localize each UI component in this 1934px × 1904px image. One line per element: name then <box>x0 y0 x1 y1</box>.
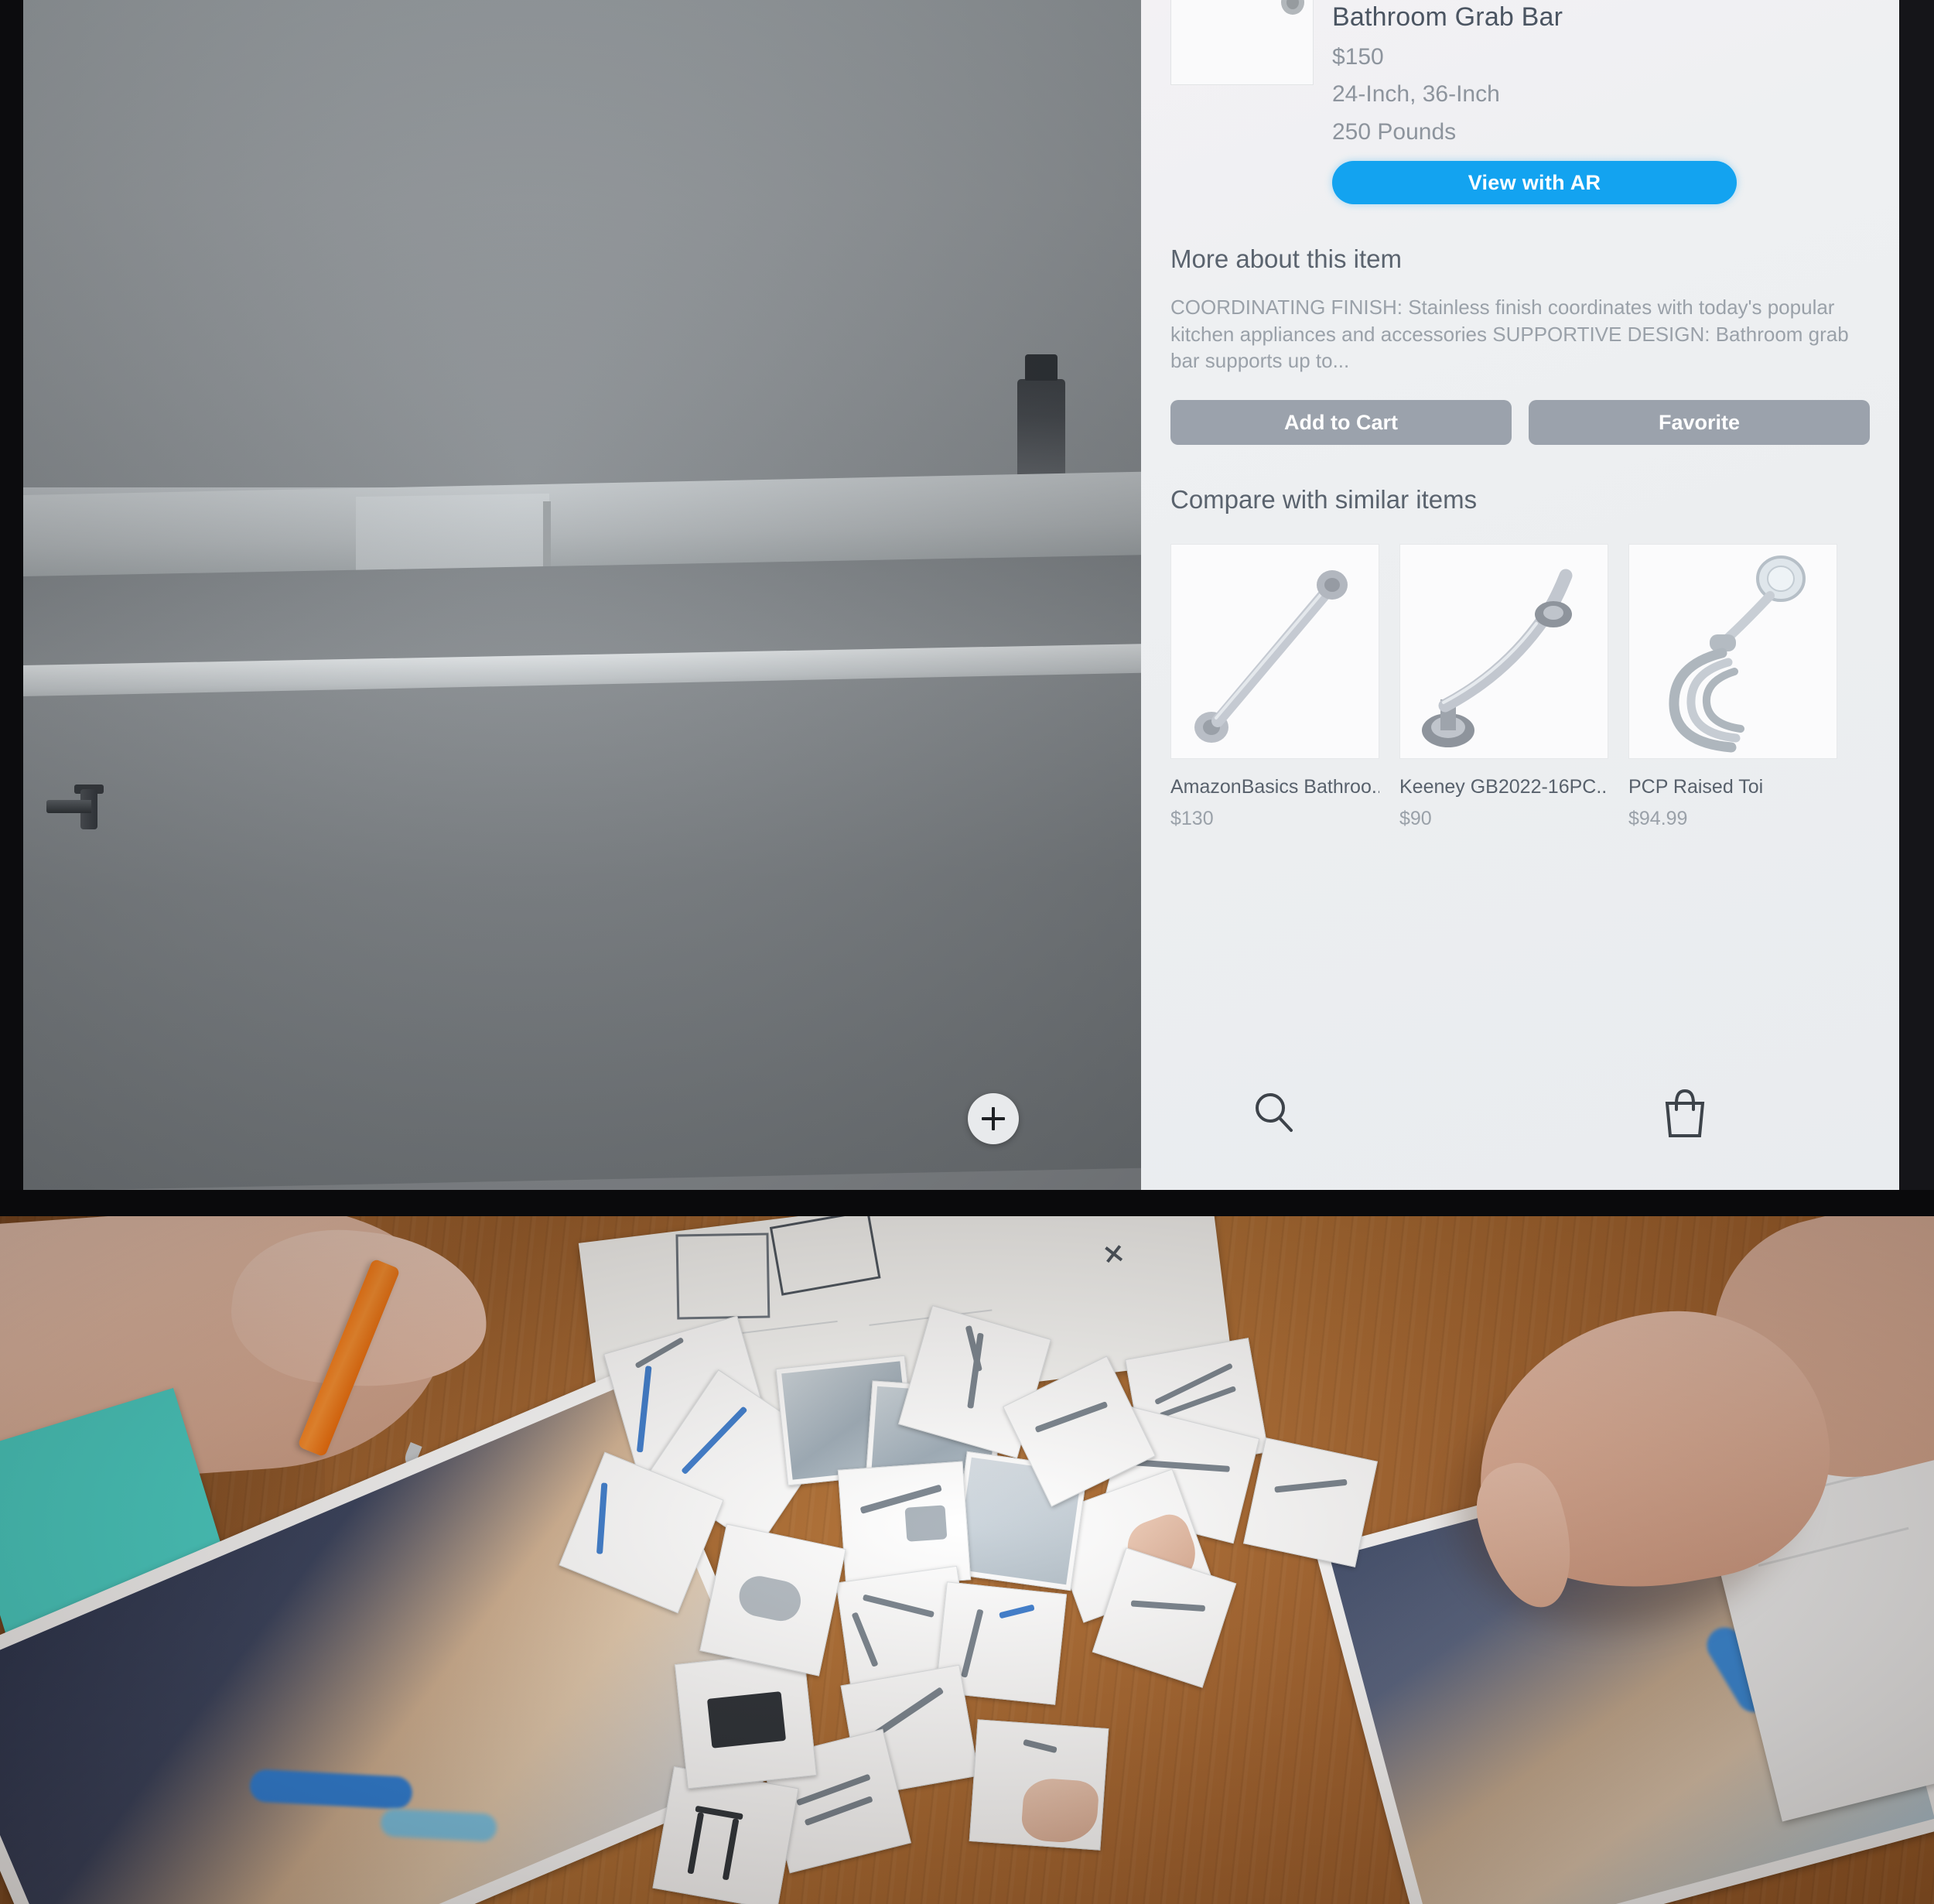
compare-item[interactable]: Keeney GB2022-16PC... $90 <box>1399 544 1608 830</box>
product-weight-capacity: 250 Pounds <box>1332 118 1457 145</box>
compare-item-name: PCP Raised Toi <box>1628 776 1764 798</box>
monitor: Bathroom Grab Bar $150 24-Inch, 36-Inch … <box>0 0 1934 1216</box>
view-with-ar-button[interactable]: View with AR <box>1332 161 1737 205</box>
straight-grab-bar-image[interactable] <box>1170 544 1379 760</box>
product-info: Bathroom Grab Bar $150 24-Inch, 36-Inch … <box>1332 0 1870 205</box>
compare-item-name: Keeney GB2022-16PC... <box>1399 776 1608 798</box>
list-item <box>674 1650 818 1789</box>
desk-workspace-photo <box>0 1216 1934 1904</box>
product-action-row: Add to Cart Favorite <box>1141 400 1899 446</box>
product-price: $150 <box>1332 43 1384 70</box>
list-item <box>652 1766 799 1904</box>
grab-bar-product-image[interactable] <box>1170 0 1314 85</box>
compare-item-price: $130 <box>1170 808 1214 830</box>
favorite-button[interactable]: Favorite <box>1529 400 1870 446</box>
add-to-cart-button[interactable]: Add to Cart <box>1170 400 1512 446</box>
monitor-bezel-bottom <box>0 1190 1934 1216</box>
compare-item[interactable]: PCP Raised Toi $94.99 <box>1628 544 1837 830</box>
list-item <box>1243 1437 1378 1567</box>
compare-heading: Compare with similar items <box>1170 485 1478 514</box>
ar-camera-viewport[interactable] <box>23 0 1141 1190</box>
monitor-bezel-right <box>1899 0 1934 1216</box>
compare-items-strip[interactable]: AmazonBasics Bathroo... $130 Keeney GB20… <box>1141 544 1899 830</box>
monitor-bezel-left <box>0 0 23 1216</box>
shower-hose-image[interactable] <box>1628 544 1837 760</box>
more-about-heading: More about this item <box>1170 244 1402 274</box>
compare-item[interactable]: AmazonBasics Bathroo... $130 <box>1170 544 1379 830</box>
compare-item-price: $94.99 <box>1628 808 1688 830</box>
search-icon[interactable] <box>1249 1088 1300 1143</box>
bottom-navigation-bar <box>1141 1066 1899 1190</box>
bathroom-wall <box>23 0 1141 495</box>
list-item <box>969 1719 1109 1851</box>
plus-icon[interactable] <box>968 1093 1019 1144</box>
more-about-body: COORDINATING FINISH: Stainless finish co… <box>1170 296 1849 372</box>
product-title: Bathroom Grab Bar <box>1332 2 1563 32</box>
product-sizes: 24-Inch, 36-Inch <box>1332 81 1500 108</box>
compare-item-name: AmazonBasics Bathroo... <box>1170 776 1379 798</box>
product-detail-panel: Bathroom Grab Bar $150 24-Inch, 36-Inch … <box>1141 0 1899 1190</box>
shopping-bag-icon[interactable] <box>1659 1085 1710 1144</box>
product-hero: Bathroom Grab Bar $150 24-Inch, 36-Inch … <box>1141 0 1899 205</box>
curved-grab-bar-image[interactable] <box>1399 544 1608 760</box>
bathtub-faucet-icon <box>46 785 104 829</box>
compare-item-price: $90 <box>1399 808 1432 830</box>
monitor-screen: Bathroom Grab Bar $150 24-Inch, 36-Inch … <box>23 0 1899 1190</box>
